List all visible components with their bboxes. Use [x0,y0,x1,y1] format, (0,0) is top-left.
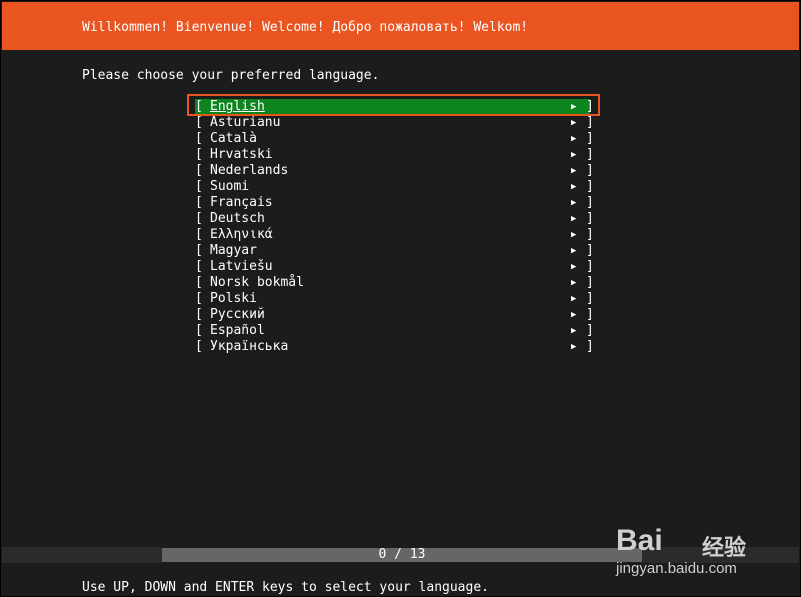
bracket-open: [ [195,179,203,194]
language-label: Español [210,323,265,338]
arrow-right-icon: ▶ [571,294,577,304]
language-option[interactable]: [ Hrvatski ▶] [195,147,595,163]
language-label: Asturianu [210,115,281,130]
language-option[interactable]: [ Suomi ▶] [195,179,595,195]
bracket-open: [ [195,307,203,322]
language-label: Magyar [210,243,257,258]
arrow-right-icon: ▶ [571,246,577,256]
bracket-open: [ [195,291,203,306]
language-prompt: Please choose your preferred language. [82,68,380,83]
language-option[interactable]: [ English ▶] [187,94,600,116]
bracket-close: ] [586,243,594,258]
arrow-right-icon: ▶ [571,150,577,160]
bracket-open: [ [195,243,203,258]
bracket-close: ] [586,323,594,338]
language-option[interactable]: [ Français ▶] [195,195,595,211]
bracket-close: ] [586,115,594,130]
arrow-right-icon: ▶ [571,310,577,320]
bracket-close: ] [586,163,594,178]
language-label: Nederlands [210,163,289,178]
bracket-open: [ [195,275,203,290]
language-option[interactable]: [ Русский ▶] [195,307,595,323]
arrow-right-icon: ▶ [571,182,577,192]
language-option[interactable]: [ Latviešu ▶] [195,259,595,275]
arrow-right-icon: ▶ [571,278,577,288]
arrow-right-icon: ▶ [571,166,577,176]
bracket-close: ] [586,227,594,242]
language-option[interactable]: [ Asturianu ▶] [195,115,595,131]
language-option[interactable]: [ Українська ▶] [195,339,595,355]
arrow-right-icon: ▶ [571,342,577,352]
language-label: Hrvatski [210,147,273,162]
language-option[interactable]: [ Català ▶] [195,131,595,147]
bracket-open: [ [195,147,203,162]
language-label: Català [210,131,257,146]
bracket-close: ] [586,195,594,210]
footer-band-left [2,547,162,563]
bracket-open: [ [195,323,203,338]
language-option[interactable]: [ Polski ▶] [195,291,595,307]
bracket-close: ] [586,307,594,322]
arrow-right-icon: ▶ [571,134,577,144]
bracket-open: [ [195,99,203,114]
language-label: Norsk bokmål [210,275,304,290]
language-label: Suomi [210,179,250,194]
bracket-close: ] [586,275,594,290]
language-label: Ελληνικά [210,227,273,242]
language-option[interactable]: [ Magyar ▶] [195,243,595,259]
bracket-close: ] [586,179,594,194]
language-option[interactable]: [ Norsk bokmål ▶] [195,275,595,291]
header-bar: Willkommen! Bienvenue! Welcome! Добро по… [2,2,799,50]
arrow-right-icon: ▶ [571,326,577,336]
bracket-open: [ [195,195,203,210]
language-option[interactable]: [ Nederlands ▶] [195,163,595,179]
arrow-right-icon: ▶ [571,198,577,208]
help-text: Use UP, DOWN and ENTER keys to select yo… [82,580,489,595]
bracket-open: [ [195,131,203,146]
bracket-open: [ [195,227,203,242]
bracket-open: [ [195,163,203,178]
language-label: Русский [210,307,265,322]
arrow-right-icon: ▶ [571,102,577,112]
bracket-close: ] [586,99,594,114]
baidu-watermark: Bai 经验 jingyan.baidu.com [612,510,762,585]
language-option[interactable]: [ Deutsch ▶] [195,211,595,227]
header-title: Willkommen! Bienvenue! Welcome! Добро по… [82,20,529,35]
bracket-open: [ [195,259,203,274]
bracket-open: [ [195,339,203,354]
watermark-url: jingyan.baidu.com [616,560,737,577]
language-label: Polski [210,291,257,306]
language-label: Latviešu [210,259,273,274]
arrow-right-icon: ▶ [571,230,577,240]
bracket-close: ] [586,291,594,306]
language-label: Deutsch [210,211,265,226]
bracket-close: ] [586,259,594,274]
language-label: Français [210,195,273,210]
arrow-right-icon: ▶ [571,214,577,224]
bracket-open: [ [195,211,203,226]
bracket-close: ] [586,339,594,354]
bracket-open: [ [195,115,203,130]
bracket-close: ] [586,147,594,162]
bracket-close: ] [586,131,594,146]
language-label: English [210,99,265,114]
progress-text: 0 / 13 [378,547,426,562]
watermark-logo: Bai [616,524,663,557]
arrow-right-icon: ▶ [571,262,577,272]
arrow-right-icon: ▶ [571,118,577,128]
language-option[interactable]: [ Español ▶] [195,323,595,339]
bracket-close: ] [586,211,594,226]
watermark-cn: 经验 [702,536,747,561]
language-list: [ English ▶] [ Asturianu ▶] [ Català ▶] [ Hrvatski… [187,94,600,355]
language-label: Українська [210,339,289,354]
language-option[interactable]: [ Ελληνικά ▶] [195,227,595,243]
